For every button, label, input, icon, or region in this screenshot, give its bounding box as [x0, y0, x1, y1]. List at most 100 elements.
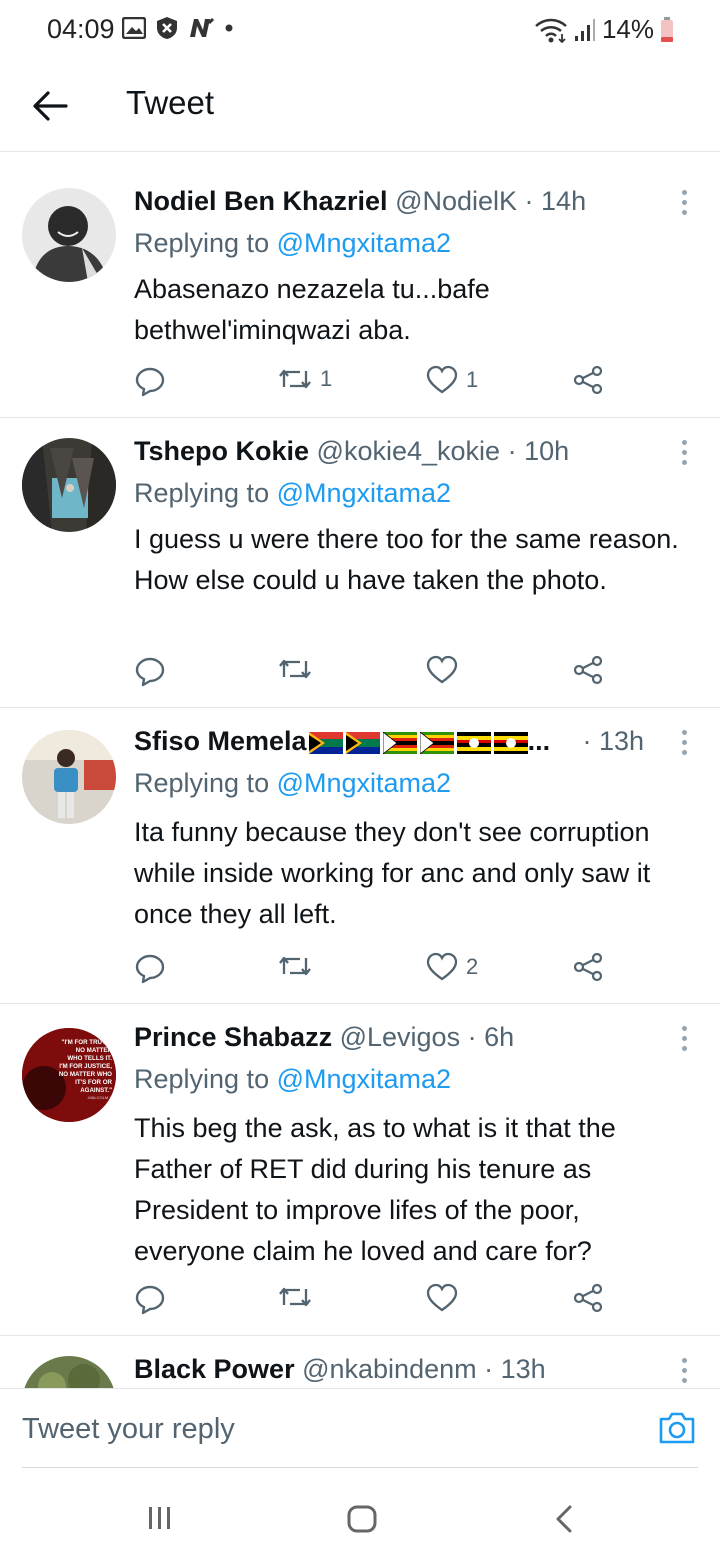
more-options-button[interactable] [678, 730, 690, 758]
dot-icon [225, 24, 233, 32]
flag-emojis [308, 731, 528, 754]
author-name[interactable]: Nodiel Ben Khazriel [134, 186, 388, 216]
author-handle[interactable]: @NodielK [395, 186, 517, 216]
retweet-button[interactable] [278, 1283, 320, 1311]
uganda-flag-icon [456, 731, 491, 754]
quote-line: "I'M FOR TRUTH, [62, 1039, 113, 1046]
heart-icon [426, 1283, 458, 1312]
zimbabwe-flag-icon [382, 731, 417, 754]
author-name[interactable]: Sfiso Memela [134, 726, 307, 756]
reply-input[interactable] [22, 1407, 622, 1451]
tweet-header: Tshepo Kokie @kokie4_kokie · 10h [134, 436, 660, 467]
retweet-icon [279, 956, 311, 976]
camera-button[interactable] [658, 1411, 696, 1450]
mention-link[interactable]: @Mngxitama2 [277, 768, 451, 798]
avatar[interactable] [22, 188, 116, 282]
wifi-icon [535, 18, 567, 43]
more-options-button[interactable] [678, 1358, 690, 1386]
reply-button[interactable] [134, 952, 166, 984]
page-title: Tweet [126, 84, 215, 121]
like-button[interactable] [426, 655, 466, 685]
author-name[interactable]: Prince Shabazz [134, 1022, 332, 1052]
home-button[interactable] [346, 1504, 378, 1539]
tweet-text: Abasenazo nezazela tu...bafe bethwel'imi… [134, 274, 490, 345]
south-africa-flag-icon [345, 731, 380, 754]
reply-bar [0, 1388, 720, 1468]
reply-button[interactable] [134, 1283, 166, 1315]
author-handle[interactable]: @nkabindenm [302, 1354, 477, 1384]
app-header: Tweet [0, 60, 720, 152]
avatar[interactable]: "I'M FOR TRUTH, NO MATTER WHO TELLS IT. … [22, 1028, 116, 1122]
tweet-header: Black Power @nkabindenm · 13h [134, 1354, 660, 1385]
status-time: 04:09 [47, 14, 115, 44]
retweet-icon [279, 659, 311, 679]
avatar[interactable] [22, 438, 116, 532]
tweet-item[interactable]: Nodiel Ben Khazriel @NodielK · 14h Reply… [0, 168, 720, 418]
tweet-header: Prince Shabazz @Levigos · 6h [134, 1022, 660, 1053]
quote-line: NO MATTER [76, 1047, 113, 1054]
share-button[interactable] [572, 655, 604, 685]
like-button[interactable]: 1 [426, 365, 478, 395]
reply-button[interactable] [134, 365, 166, 397]
quote-line: I'M FOR JUSTICE, [59, 1063, 112, 1070]
tweet-item[interactable]: Sfiso Memela ... · 13h Replying to @Mngx… [0, 708, 720, 1004]
chevron-left-icon [556, 1505, 572, 1533]
share-icon [573, 952, 603, 982]
status-icons-right: 14% [534, 14, 674, 45]
recent-apps-button[interactable] [146, 1504, 174, 1537]
tweet-text: Ita funny because they don't see corrupt… [134, 817, 651, 929]
more-options-button[interactable] [678, 190, 690, 218]
tweet-item[interactable]: Black Power @nkabindenm · 13h [0, 1336, 720, 1388]
retweet-icon [279, 1287, 311, 1307]
share-button[interactable] [572, 952, 604, 982]
retweet-button[interactable] [278, 655, 320, 683]
mention-link[interactable]: @Mngxitama2 [277, 228, 451, 258]
replying-to: Replying to @Mngxitama2 [134, 768, 451, 799]
more-options-button[interactable] [678, 1026, 690, 1054]
mention-link[interactable]: @Mngxitama2 [277, 1064, 451, 1094]
tweet-time: · 13h [484, 1354, 546, 1384]
heart-icon [426, 655, 458, 684]
system-nav-bar [0, 1476, 720, 1560]
zimbabwe-flag-icon [419, 731, 454, 754]
like-button[interactable] [426, 1283, 466, 1313]
avatar[interactable] [22, 1356, 116, 1388]
retweet-button[interactable]: 1 [278, 365, 332, 393]
tweet-actions: 2 [134, 952, 680, 988]
author-handle[interactable]: @kokie4_kokie [317, 436, 501, 466]
retweet-count: 1 [320, 366, 333, 391]
signal-icon [574, 18, 595, 41]
back-button[interactable] [30, 86, 70, 126]
arrow-left-icon [33, 91, 68, 121]
tweet-header: Nodiel Ben Khazriel @NodielK · 14h [134, 186, 660, 217]
replies-feed[interactable]: Nodiel Ben Khazriel @NodielK · 14h Reply… [0, 168, 720, 1388]
like-button[interactable]: 2 [426, 952, 478, 982]
retweet-button[interactable] [278, 952, 320, 980]
retweet-icon [279, 369, 311, 389]
more-options-button[interactable] [678, 440, 690, 468]
author-name[interactable]: Black Power [134, 1354, 295, 1384]
tweet-actions [134, 1283, 680, 1319]
quote-line: -MALCOLM X [87, 1095, 112, 1100]
quote-line: IT'S FOR OR [75, 1079, 112, 1086]
share-button[interactable] [572, 365, 604, 395]
home-icon [347, 1505, 377, 1533]
share-button[interactable] [572, 1283, 604, 1313]
mention-link[interactable]: @Mngxitama2 [277, 478, 451, 508]
system-back-button[interactable] [552, 1504, 576, 1539]
replying-to: Replying to @Mngxitama2 [134, 1064, 451, 1095]
tweet-item[interactable]: Tshepo Kokie @kokie4_kokie · 10h Replyin… [0, 418, 720, 708]
replying-prefix: Replying to [134, 1064, 277, 1094]
tweet-item[interactable]: "I'M FOR TRUTH, NO MATTER WHO TELLS IT. … [0, 1004, 720, 1336]
replying-prefix: Replying to [134, 478, 277, 508]
camera-icon [659, 1412, 695, 1444]
author-handle[interactable]: @Levigos [340, 1022, 460, 1052]
name-ellipsis: ... [527, 726, 551, 756]
reply-button[interactable] [134, 655, 166, 687]
n-icon [190, 17, 214, 37]
reply-icon [135, 954, 165, 984]
avatar[interactable] [22, 730, 116, 824]
tweet-header: Sfiso Memela ... [134, 726, 620, 757]
author-name[interactable]: Tshepo Kokie [134, 436, 309, 466]
shield-icon [157, 17, 177, 39]
